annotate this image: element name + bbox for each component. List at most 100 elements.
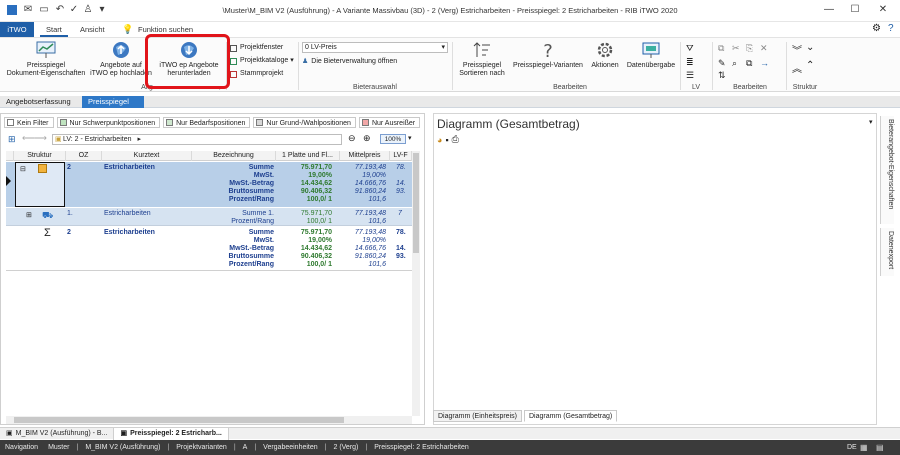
zoom-combo[interactable]: 100% — [380, 134, 406, 144]
filter-demand[interactable]: Nur Bedarfspositionen — [163, 116, 251, 128]
tab-preisspiegel[interactable]: Preisspiegel — [82, 96, 144, 108]
copy2-icon[interactable]: ⧉ — [746, 58, 752, 69]
breadcrumb-item[interactable]: Projektvarianten — [171, 440, 232, 455]
scrollbar-thumb[interactable] — [14, 417, 344, 423]
lv-folder-icon — [38, 164, 47, 173]
filter-label: Nur Ausreißer — [371, 119, 416, 127]
bieterverwaltung-label: Die Bieterverwaltung öffnen — [311, 58, 398, 65]
print-icon[interactable]: ⎙ — [452, 134, 459, 145]
lv-navigation-combo[interactable]: ▣ LV: 2 - Estricharbeiten ▸ — [52, 134, 342, 145]
tab-chart-unit-price[interactable]: Diagramm (Einheitspreis) — [433, 409, 522, 422]
table-row[interactable]: Σ 2 Estricharbeiten Summe MwSt. MwSt.-Be… — [6, 227, 412, 271]
side-tab-bidder-properties[interactable]: Bieterangebot-Eigenschaften — [880, 116, 894, 224]
structure-cell[interactable]: ⊟ — [15, 162, 65, 207]
zoom-out-icon[interactable]: ⊖ — [348, 133, 356, 144]
window-icon: ▣ — [120, 429, 128, 437]
column-header-lv[interactable]: LV-F — [390, 151, 412, 161]
window-title: \Muster\M_BIM V2 (Ausführung) - A Varian… — [222, 6, 678, 15]
cut-icon[interactable]: ✂ — [732, 43, 740, 54]
breadcrumb-item[interactable]: M_BIM V2 (Ausführung) — [80, 440, 165, 455]
list-icon[interactable]: ≣ — [686, 57, 694, 68]
bieterverwaltung-button[interactable]: ♟ Die Bieterverwaltung öffnen — [302, 57, 397, 67]
horizontal-scrollbar[interactable] — [6, 416, 412, 424]
column-header-mittelpreis[interactable]: Mittelpreis — [340, 151, 390, 161]
layout-alt-icon[interactable]: ▤ — [876, 443, 884, 452]
tree-icon[interactable]: ⊞ — [8, 134, 16, 145]
edit-icon[interactable]: ✎ — [718, 58, 726, 69]
delete-icon[interactable]: ✕ — [760, 43, 768, 54]
dropdown-arrow-icon[interactable]: ▾ — [408, 134, 412, 142]
vertical-scrollbar[interactable] — [412, 151, 420, 416]
oz-cell: 2 — [67, 229, 71, 236]
tab-ansicht[interactable]: Ansicht — [74, 22, 111, 37]
sort-az-icon[interactable]: ⇅ — [718, 70, 726, 81]
tab-itwo[interactable]: iTWO — [0, 22, 34, 37]
search-icon[interactable]: ⌕ — [732, 58, 737, 69]
label-mwst-betrag: MwSt.-Betrag — [229, 180, 274, 187]
breadcrumb-item[interactable]: Preisspiegel: 2 Estricharbeiten — [369, 440, 474, 455]
paste-icon[interactable]: ⎘ — [746, 43, 753, 54]
list-alt-icon[interactable]: ☰ — [686, 70, 694, 81]
side-tab-data-export[interactable]: Datenexport — [880, 228, 894, 276]
layout-icon[interactable]: ▦ — [860, 443, 868, 452]
mittelpreis-value: 19,00% — [362, 172, 386, 179]
people-icon: ♟ — [302, 58, 309, 65]
panel-menu-icon[interactable]: ▾ — [869, 118, 873, 126]
table-row[interactable]: ⊞ ⛟ 1. Estricharbeiten Summe 1. Prozent/… — [6, 208, 412, 226]
minimize-button[interactable]: — — [822, 3, 836, 17]
breadcrumb-item[interactable]: Vergabeeinheiten — [258, 440, 323, 455]
expand-all-icon[interactable]: ︽ — [792, 60, 802, 75]
column-header-bezeichnung[interactable]: Bezeichnung — [192, 151, 276, 161]
filter-none[interactable]: Kein Filter — [4, 116, 54, 128]
tab-start[interactable]: Start — [40, 22, 68, 37]
actions-button[interactable]: Aktionen — [588, 40, 622, 70]
tab-chart-total[interactable]: Diagramm (Gesamtbetrag) — [523, 409, 618, 422]
window-tab-preisspiegel[interactable]: ▣ Preisspiegel: 2 Estricharb... — [113, 427, 229, 440]
gear-icon — [597, 42, 613, 58]
window-tab-project[interactable]: ▣ M_BIM V2 (Ausführung) - B... — [0, 428, 113, 440]
column-header-oz[interactable]: OZ — [66, 151, 102, 161]
zoom-in-icon[interactable]: ⊕ — [363, 133, 371, 144]
chevron-down-icon[interactable]: ⌄ — [806, 42, 814, 53]
breadcrumb-item[interactable]: 2 (Verg) — [328, 440, 363, 455]
scrollbar-thumb[interactable] — [413, 153, 419, 253]
palette-icon[interactable]: ◕ — [437, 135, 442, 145]
column-header-kurztext[interactable]: Kurztext — [102, 151, 192, 161]
language-indicator[interactable]: DE — [842, 440, 862, 455]
breadcrumb-item[interactable]: Muster — [43, 440, 74, 455]
forward-icon[interactable]: ⟶ — [34, 133, 47, 144]
copy-icon[interactable]: ⧉ — [718, 43, 724, 54]
expand-toggle-icon[interactable]: ⊞ — [26, 211, 32, 219]
cart-icon: ⛟ — [42, 210, 54, 220]
projektfenster-button[interactable]: Projektfenster — [230, 43, 283, 53]
table-row[interactable]: ⊟ 2 Estricharbeiten Summe MwSt. MwSt.-Be… — [6, 162, 412, 207]
settings-gear-icon[interactable]: ⚙ — [872, 23, 881, 34]
chevron-up-icon[interactable]: ⌃ — [806, 60, 814, 71]
stammprojekt-button[interactable]: Stammprojekt — [230, 69, 283, 79]
arrow-right-icon[interactable]: → — [760, 58, 769, 68]
collapse-toggle-icon[interactable]: ⊟ — [20, 165, 26, 173]
save-icon[interactable]: ▪ — [445, 135, 448, 145]
filter-icon[interactable]: ⛛ — [686, 43, 694, 54]
price-select-combo[interactable]: 0 LV-Preis ▾ — [302, 42, 448, 53]
collapse-all-icon[interactable]: ︾ — [792, 42, 802, 57]
column-header-bidder[interactable]: 1 Platte und Fl... — [276, 151, 340, 161]
maximize-button[interactable]: ☐ — [848, 3, 862, 17]
sort-by-button[interactable]: Preisspiegel Sortieren nach — [454, 40, 510, 78]
breadcrumb-item[interactable]: A — [238, 440, 253, 455]
filter-outliers[interactable]: Nur Ausreißer — [358, 116, 421, 128]
tab-angebotserfassung[interactable]: Angebotserfassung — [0, 96, 77, 108]
filter-base-alt[interactable]: Nur Grund-/Wahlpositionen — [253, 116, 356, 128]
lv-value: 78. — [396, 164, 406, 171]
help-icon[interactable]: ? — [888, 23, 894, 34]
chevron-right-icon: ▸ — [137, 136, 141, 143]
close-button[interactable]: ✕ — [876, 3, 890, 17]
projektfenster-label: Projektfenster — [240, 44, 284, 51]
projektkataloge-button[interactable]: Projektkataloge ▾ — [230, 56, 294, 66]
back-icon[interactable]: ⟵ — [22, 133, 35, 144]
variants-button[interactable]: ? Preisspiegel-Varianten — [510, 40, 586, 70]
preisspiegel-properties-button[interactable]: Preisspiegel Dokument-Eigenschaften — [4, 40, 88, 78]
data-transfer-button[interactable]: Datenübergabe — [624, 40, 678, 70]
filter-focus[interactable]: Nur Schwerpunktpositionen — [56, 116, 161, 128]
column-header-struktur[interactable]: Struktur — [14, 151, 66, 161]
